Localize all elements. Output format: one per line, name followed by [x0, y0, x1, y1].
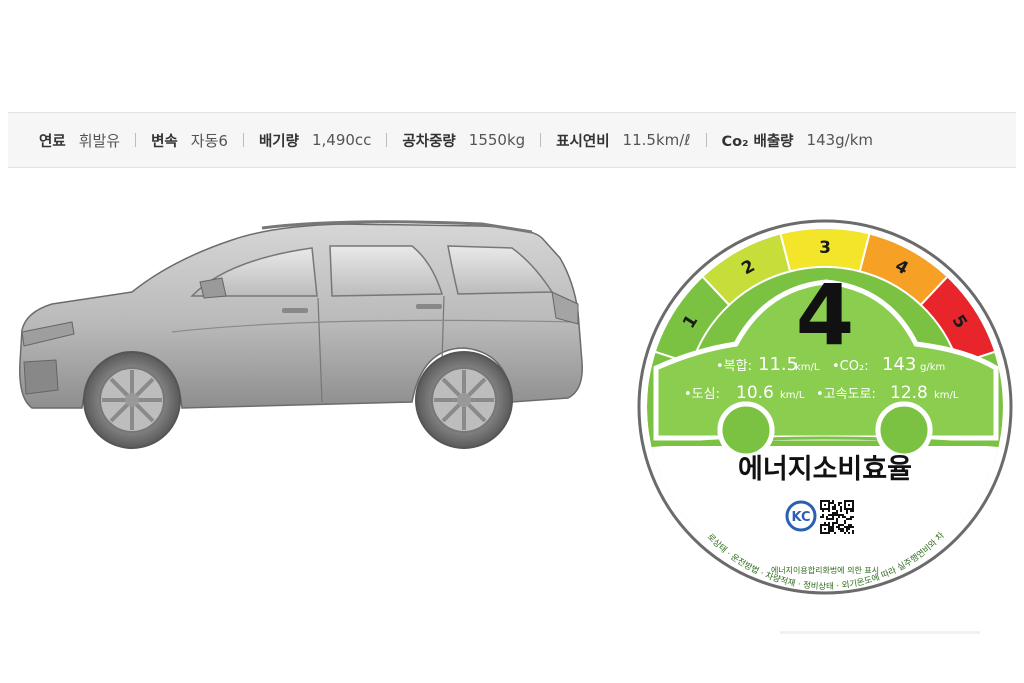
combined-unit: km/L: [795, 362, 820, 373]
co2-label: •CO₂:: [832, 359, 869, 374]
highway-value: 12.8: [890, 383, 928, 403]
efficiency-grade: 4: [796, 266, 854, 364]
city-unit: km/L: [780, 390, 805, 401]
spec-value: 143g/km: [806, 131, 874, 149]
svg-text:KC: KC: [791, 510, 810, 525]
spec-label: 연료: [39, 133, 66, 150]
spec-divider: [540, 133, 542, 147]
spec-value: 1,490cc: [311, 131, 372, 149]
combined-value: 11.5: [758, 354, 798, 375]
highway-unit: km/L: [934, 390, 959, 401]
qr-code: [820, 500, 854, 534]
city-value: 10.6: [736, 383, 774, 403]
scale-number-3: 3: [819, 238, 831, 258]
spec-label: 배기량: [258, 133, 299, 150]
spec-label: 변속: [151, 133, 178, 150]
highway-label: •고속도로:: [816, 387, 876, 402]
spec-divider: [135, 133, 137, 147]
spec-value: 자동6: [190, 131, 228, 150]
city-label: •도심:: [684, 387, 720, 402]
label-title: 에너지소비효율: [738, 454, 912, 485]
spec-transmission: 변속 자동6: [151, 130, 228, 151]
spec-label: 표시연비: [556, 133, 610, 150]
co2-unit: g/km: [920, 362, 945, 373]
car-side-view-image: [19, 220, 583, 449]
spec-value: 11.5km/ℓ: [622, 131, 691, 149]
spec-label: Co₂ 배출량: [721, 133, 794, 150]
spec-divider: [242, 133, 244, 147]
spec-curb-weight: 공차중량 1550kg: [402, 130, 525, 151]
spec-value: 휘발유: [78, 131, 121, 150]
energy-efficiency-label: 12345 4 •복합: 11.5 km/L •CO₂: 143 g/km •도…: [636, 218, 1014, 596]
combined-label: •복합:: [716, 359, 752, 374]
watermark: [780, 631, 980, 634]
spec-bar: 연료 휘발유 변속 자동6 배기량 1,490cc 공차중량 1550kg 표시…: [8, 112, 1016, 168]
label-footer: 에너지이용합리화법에 의한 표시: [771, 565, 879, 575]
spec-divider: [386, 133, 388, 147]
spec-displacement: 배기량 1,490cc: [259, 130, 371, 151]
co2-value: 143: [882, 354, 916, 375]
spec-fuel: 연료 휘발유: [39, 130, 120, 151]
spec-label: 공차중량: [402, 133, 456, 150]
spec-co2: Co₂ 배출량 143g/km: [722, 130, 874, 151]
spec-fuel-economy: 표시연비 11.5km/ℓ: [556, 130, 690, 151]
spec-divider: [705, 133, 707, 147]
kc-certification-mark: KC: [785, 500, 817, 532]
spec-value: 1550kg: [468, 131, 526, 149]
